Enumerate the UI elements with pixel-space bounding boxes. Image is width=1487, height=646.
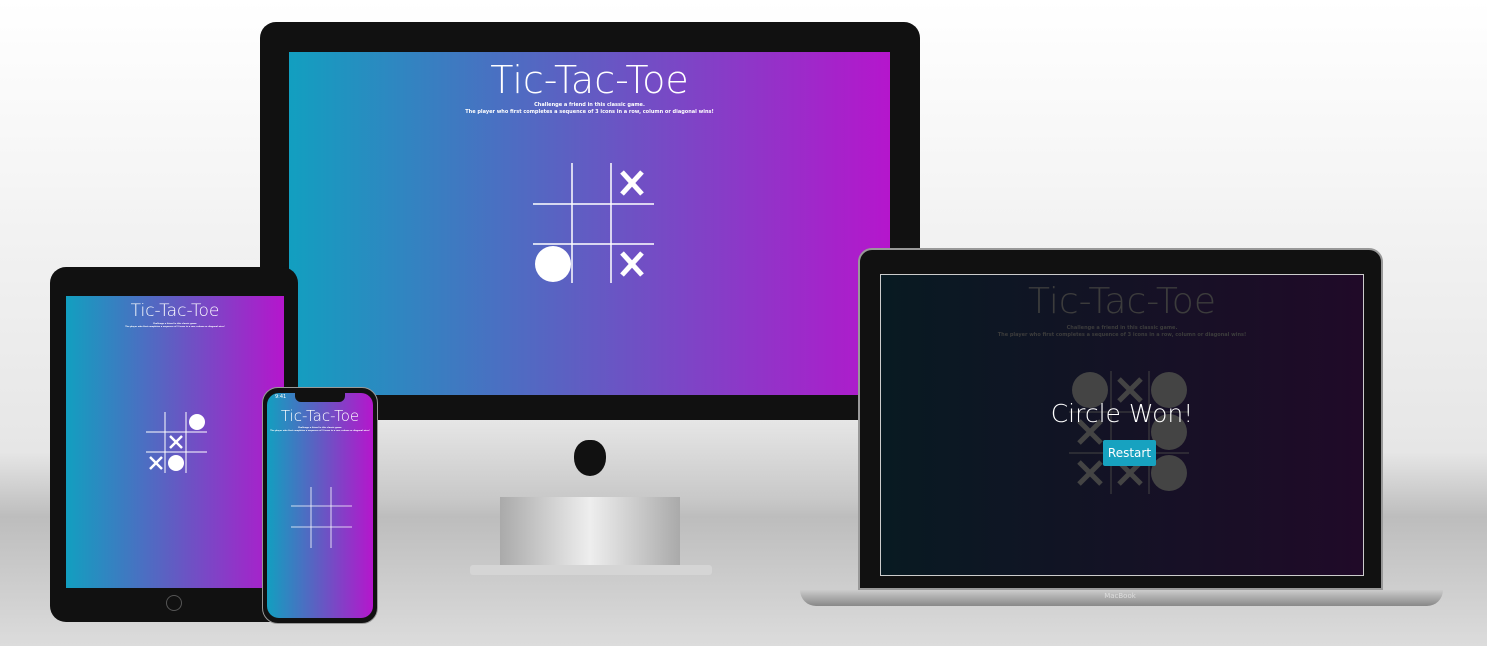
iphone-screen: 9:41 Tic-Tac-Toe Challenge a friend in t… xyxy=(267,393,373,618)
ipad-screen: Tic-Tac-Toe Challenge a friend in this c… xyxy=(66,296,284,588)
macbook-label: MacBook xyxy=(1104,592,1136,600)
imac-screen: Tic-Tac-Toe Challenge a friend in this c… xyxy=(289,52,890,395)
game-board[interactable] xyxy=(289,52,890,395)
macbook-screen: Tic-Tac-Toe Challenge a friend in this c… xyxy=(880,274,1364,576)
x-mark xyxy=(620,170,644,277)
result-message: Circle Won! xyxy=(1050,399,1194,428)
game-board[interactable] xyxy=(66,296,284,588)
apple-logo-icon xyxy=(574,440,606,476)
game-board[interactable] xyxy=(267,393,373,618)
o-mark xyxy=(535,246,571,282)
restart-button[interactable]: Restart xyxy=(1103,440,1156,466)
imac-stand xyxy=(500,497,680,567)
home-button xyxy=(166,595,182,611)
